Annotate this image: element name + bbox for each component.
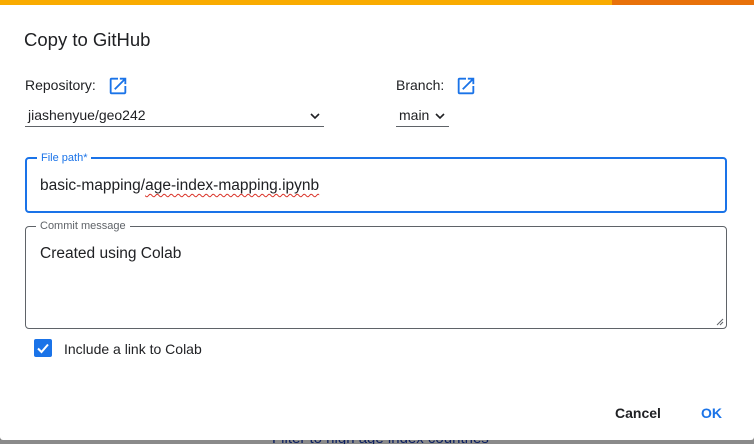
dialog-accent-bar xyxy=(0,0,754,5)
commit-message-field[interactable]: Commit message Created using Colab xyxy=(25,220,727,329)
include-link-label: Include a link to Colab xyxy=(64,341,202,357)
chevron-down-icon xyxy=(434,110,446,122)
ok-button[interactable]: OK xyxy=(701,405,722,421)
repository-label: Repository: xyxy=(25,77,96,93)
resize-handle-icon[interactable] xyxy=(716,318,724,326)
include-link-checkbox[interactable] xyxy=(34,339,52,357)
file-path-input[interactable]: basic-mapping/age-index-mapping.ipynb xyxy=(40,177,319,195)
file-path-directory: basic-mapping/ xyxy=(40,177,146,194)
branch-label: Branch: xyxy=(396,77,445,93)
repository-selected-value: jiashenyue/geo242 xyxy=(28,107,146,123)
branch-select[interactable]: main xyxy=(396,106,449,127)
file-path-filename: age-index-mapping.ipynb xyxy=(145,177,320,194)
commit-message-textarea[interactable]: Created using Colab xyxy=(40,245,181,263)
cancel-button[interactable]: Cancel xyxy=(615,405,661,421)
file-path-field[interactable]: File path* basic-mapping/age-index-mappi… xyxy=(25,152,727,213)
file-path-label: File path* xyxy=(37,152,92,164)
open-in-new-icon[interactable] xyxy=(107,75,129,97)
chevron-down-icon xyxy=(309,110,321,122)
open-in-new-icon[interactable] xyxy=(455,75,477,97)
commit-message-label: Commit message xyxy=(36,220,130,232)
dialog-title: Copy to GitHub xyxy=(24,29,151,50)
repository-select[interactable]: jiashenyue/geo242 xyxy=(25,106,324,127)
branch-selected-value: main xyxy=(399,107,430,123)
copy-to-github-dialog: Copy to GitHub Repository: jiashenyue/ge… xyxy=(0,0,754,440)
